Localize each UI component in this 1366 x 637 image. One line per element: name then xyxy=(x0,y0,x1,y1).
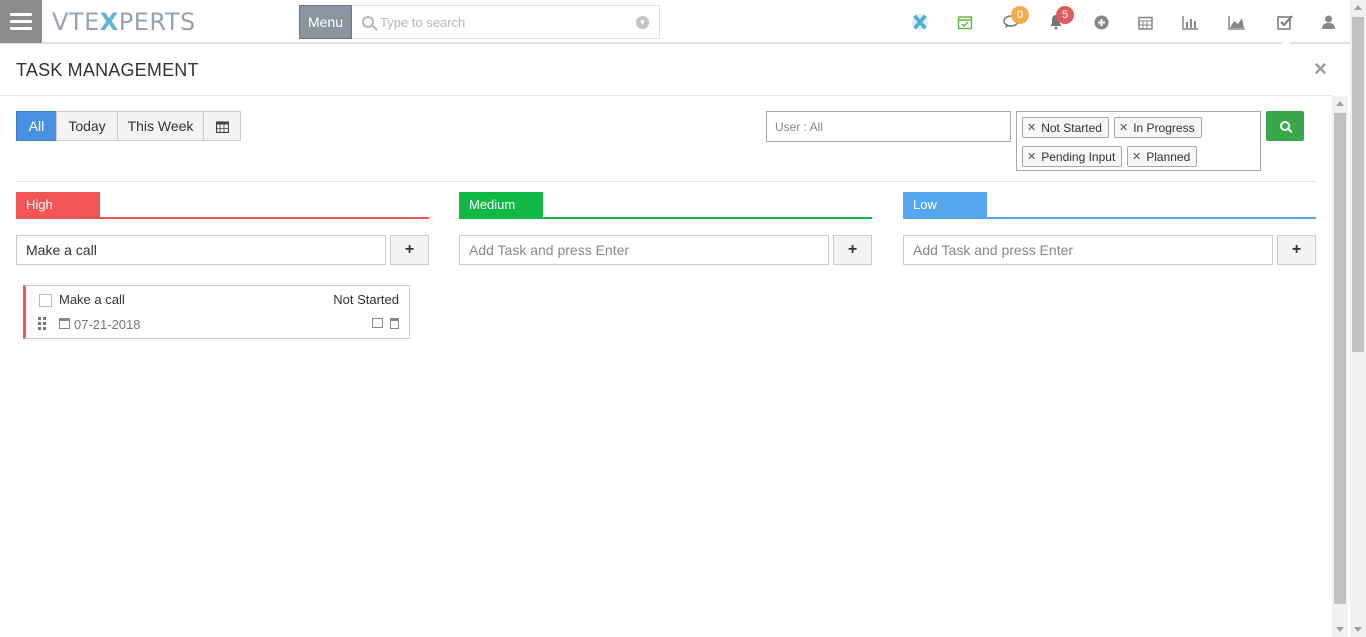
filter-all-button[interactable]: All xyxy=(16,111,57,141)
column-low: Low Add Task and press Enter + xyxy=(903,192,1316,265)
add-task-row: Add Task and press Enter + xyxy=(903,235,1316,265)
remove-chip-icon[interactable]: ✕ xyxy=(1132,150,1141,163)
scroll-thumb[interactable] xyxy=(1334,113,1346,604)
global-search-input[interactable]: Type to search ▼ xyxy=(352,5,660,39)
app-logo[interactable]: VTEXPERTS xyxy=(52,8,196,36)
chevron-down-icon[interactable]: ▼ xyxy=(636,16,649,29)
remove-chip-icon[interactable]: ✕ xyxy=(1027,121,1036,134)
column-label: Medium xyxy=(459,192,543,217)
modal-scrollbar[interactable] xyxy=(1332,96,1348,637)
task-title: Make a call xyxy=(59,292,125,307)
calendar-check-icon[interactable] xyxy=(955,12,975,32)
task-date: 07-21-2018 xyxy=(74,317,141,332)
column-header: Medium xyxy=(459,192,872,219)
search-placeholder: Type to search xyxy=(380,14,466,30)
task-card[interactable]: Make a call Not Started 07-21-2018 xyxy=(23,285,410,339)
modal-title: TASK MANAGEMENT xyxy=(16,60,199,80)
calendar-icon xyxy=(59,318,70,329)
add-task-input[interactable]: Add Task and press Enter xyxy=(903,235,1273,265)
user-icon[interactable] xyxy=(1318,12,1338,32)
column-high: High Make a call + xyxy=(16,192,429,265)
task-checkbox[interactable] xyxy=(39,294,52,307)
bar-chart-icon[interactable] xyxy=(1180,12,1200,32)
column-underline xyxy=(903,217,1316,219)
bell-icon[interactable]: 5 xyxy=(1046,6,1074,32)
task-status: Not Started xyxy=(333,292,399,307)
status-chip-planned[interactable]: ✕ Planned xyxy=(1127,146,1198,167)
trash-icon[interactable] xyxy=(390,318,399,329)
divider xyxy=(0,95,1332,96)
search-icon xyxy=(1280,121,1290,131)
add-task-button[interactable]: + xyxy=(1277,235,1316,265)
scroll-up-icon[interactable] xyxy=(1354,5,1362,10)
status-chip-in-progress[interactable]: ✕ In Progress xyxy=(1114,117,1202,138)
close-icon[interactable]: × xyxy=(1314,56,1327,82)
status-filter-select[interactable]: ✕ Not Started ✕ In Progress ✕ Pending Input… xyxy=(1016,111,1261,171)
date-range-filter: All Today This Week xyxy=(16,111,241,141)
calendar-icon xyxy=(215,120,229,133)
page-scrollbar[interactable] xyxy=(1350,0,1366,637)
add-task-row: Add Task and press Enter + xyxy=(459,235,872,265)
column-header: Low xyxy=(903,192,1316,219)
column-underline xyxy=(16,217,429,219)
bell-badge: 5 xyxy=(1056,6,1074,24)
add-task-button[interactable]: + xyxy=(390,235,429,265)
column-header: High xyxy=(16,192,429,219)
filter-today-button[interactable]: Today xyxy=(56,111,118,141)
add-task-input[interactable]: Add Task and press Enter xyxy=(459,235,829,265)
scroll-up-icon[interactable] xyxy=(1336,101,1344,106)
edit-icon[interactable] xyxy=(372,318,383,328)
column-medium: Medium Add Task and press Enter + xyxy=(459,192,872,265)
add-task-row: Make a call + xyxy=(16,235,429,265)
tasks-icon[interactable] xyxy=(1275,12,1295,32)
plus-circle-icon[interactable] xyxy=(1091,12,1111,32)
filter-this-week-button[interactable]: This Week xyxy=(117,111,204,141)
search-icon xyxy=(362,16,374,28)
scroll-down-icon[interactable] xyxy=(1354,627,1362,632)
chat-icon[interactable]: 0 xyxy=(1001,6,1029,32)
column-label: Low xyxy=(903,192,987,217)
scroll-thumb[interactable] xyxy=(1352,17,1364,352)
calendar-icon[interactable] xyxy=(1135,12,1155,32)
chat-badge: 0 xyxy=(1011,6,1029,24)
hamburger-menu-icon[interactable] xyxy=(0,0,42,43)
scroll-down-icon[interactable] xyxy=(1336,627,1344,632)
column-label: High xyxy=(16,192,100,217)
status-chip-not-started[interactable]: ✕ Not Started xyxy=(1022,117,1109,138)
menu-button[interactable]: Menu xyxy=(299,5,352,39)
filter-date-picker-button[interactable] xyxy=(203,111,241,141)
add-task-input[interactable]: Make a call xyxy=(16,235,386,265)
remove-chip-icon[interactable]: ✕ xyxy=(1027,150,1036,163)
top-navbar: VTEXPERTS Menu Type to search ▼ 0 5 xyxy=(0,0,1350,46)
area-chart-icon[interactable] xyxy=(1227,12,1247,32)
drag-handle-icon[interactable] xyxy=(38,317,46,330)
user-filter-select[interactable]: User : All xyxy=(766,111,1011,142)
add-task-button[interactable]: + xyxy=(833,235,872,265)
status-chip-pending-input[interactable]: ✕ Pending Input xyxy=(1022,146,1123,167)
divider xyxy=(16,181,1316,182)
vtexperts-x-icon[interactable] xyxy=(910,12,930,32)
search-button[interactable] xyxy=(1266,111,1304,141)
column-underline xyxy=(459,217,872,219)
remove-chip-icon[interactable]: ✕ xyxy=(1119,121,1128,134)
